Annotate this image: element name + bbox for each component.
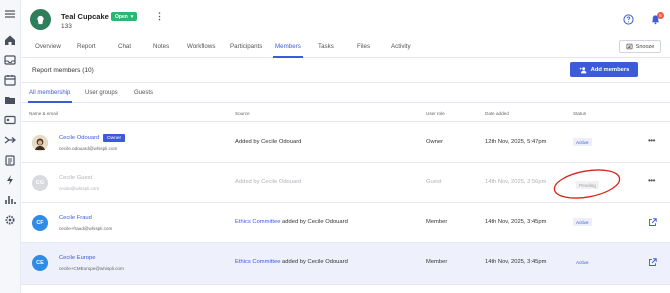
source-group-link[interactable]: Ethics Committee [235, 219, 280, 225]
help-icon[interactable] [623, 14, 634, 25]
table-row[interactable]: CE Cecile Europe cecile+CMEurope@whispli… [21, 243, 670, 285]
snooze-button[interactable]: Snooze [619, 40, 661, 53]
tab-workflows[interactable]: Workflows [187, 43, 215, 50]
column-date-added: Date added [485, 111, 509, 116]
open-external-icon[interactable] [648, 218, 657, 227]
snooze-label: Snooze [635, 43, 655, 50]
clipboard-icon[interactable] [4, 154, 16, 166]
table-row[interactable]: CF Cecile Fraud cecile+fraud@whispli.com… [21, 203, 670, 243]
column-source: Source [235, 111, 250, 116]
add-members-button[interactable]: Add members [570, 62, 638, 77]
member-role: Owner [426, 139, 444, 145]
tab-notes[interactable]: Notes [153, 43, 169, 50]
row-more-options-icon[interactable]: ••• [648, 136, 655, 145]
tab-chat[interactable]: Chat [118, 43, 131, 50]
member-source: Ethics Committee added by Cecile Odouard [235, 219, 348, 225]
membership-subtabs: All membership User groups Guests [21, 84, 670, 103]
tab-members[interactable]: Members [275, 43, 301, 50]
menu-icon[interactable] [4, 8, 16, 20]
members-title: Report members (10) [32, 67, 94, 74]
source-added-by: added by Cecile Odouard [282, 259, 348, 265]
tab-overview[interactable]: Overview [35, 43, 61, 50]
add-members-label: Add members [590, 66, 630, 73]
status-badge: Active [573, 138, 592, 146]
avatar-initials: CG [35, 180, 45, 186]
member-name[interactable]: Cecile Guest [59, 175, 92, 181]
member-source: Added by Cecile Odouard [235, 139, 302, 145]
avatar: CG [32, 175, 48, 191]
subtab-user-groups[interactable]: User groups [85, 90, 118, 96]
row-more-options-icon[interactable]: ••• [648, 176, 655, 185]
settings-gear-icon[interactable] [4, 214, 16, 226]
member-email: cecile+CMEurope@whispli.com [59, 266, 124, 271]
member-role: Member [426, 259, 448, 265]
folder-icon[interactable] [4, 94, 16, 106]
tab-tasks[interactable]: Tasks [318, 43, 334, 50]
left-nav-rail [0, 0, 21, 293]
avatar: CF [32, 215, 48, 231]
open-external-icon[interactable] [648, 258, 657, 267]
lightning-icon[interactable] [4, 174, 16, 186]
merge-icon[interactable] [4, 134, 16, 146]
tab-files[interactable]: Files [357, 43, 370, 50]
report-tabs: Overview Report Chat Notes Workflows Par… [21, 38, 670, 58]
table-row[interactable]: Cecile Odouard Owner cecile.odouard@whis… [21, 123, 670, 163]
add-user-icon [579, 66, 586, 73]
member-date-added: 14th Nov, 2025, 3:45pm [485, 219, 547, 225]
column-status: Status [573, 111, 587, 116]
tab-activity[interactable]: Activity [391, 43, 411, 50]
active-subtab-indicator [28, 101, 72, 103]
member-date-added: 12th Nov, 2025, 5:47pm [485, 139, 547, 145]
source-added-by: added by Cecile Odouard [282, 219, 348, 225]
avatar: CE [32, 255, 48, 271]
user-photo-icon [32, 135, 48, 151]
avatar-initials: CF [36, 220, 44, 226]
cupcake-icon [37, 15, 44, 25]
member-name[interactable]: Cecile Fraud [59, 215, 92, 221]
id-card-icon[interactable] [4, 114, 16, 126]
member-date-added: 14th Nov, 2025, 3:56pm [485, 179, 547, 185]
member-role: Guest [426, 179, 442, 185]
report-title: Teal Cupcake [61, 12, 109, 21]
report-avatar [30, 9, 51, 30]
more-options-icon[interactable]: ⋮ [155, 11, 164, 22]
member-name[interactable]: Cecile Europe [59, 255, 95, 261]
avatar [32, 135, 48, 151]
notification-count-badge: 5 [657, 12, 664, 19]
annotation-ellipse [553, 169, 621, 199]
calendar-icon[interactable] [4, 74, 16, 86]
member-source: Ethics Committee added by Cecile Odouard [235, 259, 348, 265]
avatar-initials: CE [36, 260, 44, 266]
members-table-header: Name & email Source User role Date added… [21, 104, 670, 122]
member-source: Added by Cecile Odouard [235, 179, 302, 185]
inbox-icon[interactable] [4, 54, 16, 66]
column-name-email: Name & email [29, 111, 58, 116]
report-id: 133 [61, 23, 72, 30]
bar-chart-icon[interactable] [4, 194, 16, 206]
member-role: Member [426, 219, 448, 225]
home-icon[interactable] [4, 34, 16, 46]
tab-report[interactable]: Report [77, 43, 96, 50]
status-dropdown[interactable]: Open ▾ [111, 12, 138, 21]
tab-participants[interactable]: Participants [230, 43, 262, 50]
subtab-all-membership[interactable]: All membership [29, 90, 70, 96]
source-group-link[interactable]: Ethics Committee [235, 259, 280, 265]
column-user-role: User role [426, 111, 445, 116]
status-badge: Active [576, 259, 589, 265]
status-badge: Active [573, 218, 592, 226]
member-email: cecile+fraud@whispli.com [59, 226, 113, 231]
status-label: Open [115, 13, 128, 20]
member-date-added: 14th Nov, 2025, 3:45pm [485, 259, 547, 265]
member-email: cecile.odouard@whispli.com [59, 146, 118, 151]
member-name[interactable]: Cecile Odouard [59, 135, 99, 141]
owner-badge: Owner [103, 134, 126, 142]
member-email: cecile@whispli.com [59, 186, 100, 191]
snooze-icon [626, 43, 633, 50]
chevron-down-icon: ▾ [130, 13, 134, 20]
subtab-guests[interactable]: Guests [134, 90, 153, 96]
